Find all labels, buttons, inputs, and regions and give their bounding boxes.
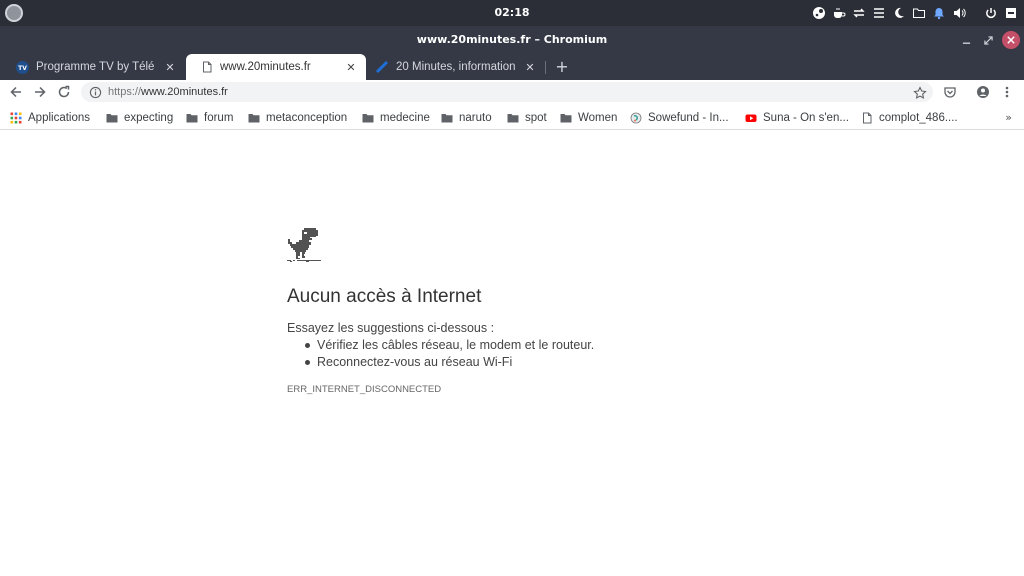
tab-20minutes-information[interactable]: 20 Minutes, information e ✕	[362, 54, 545, 80]
youtube-icon	[745, 112, 757, 124]
suggestions-list: Vérifiez les câbles réseau, le modem et …	[287, 337, 594, 371]
bookmark-label: Sowefund - In...	[648, 112, 729, 124]
arrow-right-icon	[35, 86, 46, 98]
suggestions-heading: Essayez les suggestions ci-dessous :	[287, 321, 495, 335]
tab-label: Programme TV by Télé 2 S	[36, 61, 157, 73]
sync-icon[interactable]	[852, 6, 866, 20]
info-icon[interactable]	[88, 85, 102, 99]
bookmark-suna[interactable]: Suna - On s'en...	[745, 110, 849, 126]
bookmark-label: Suna - On s'en...	[763, 112, 849, 124]
system-top-bar: 02:18	[0, 0, 1024, 26]
tab-programme-tv[interactable]: TV Programme TV by Télé 2 S ✕	[2, 54, 185, 80]
new-tab-button[interactable]: +	[553, 57, 571, 77]
close-window-button[interactable]	[1002, 31, 1020, 49]
bookmark-label: forum	[204, 112, 234, 124]
folder-icon	[186, 112, 198, 124]
bookmark-label: complot_486....	[879, 112, 958, 124]
bell-icon[interactable]	[932, 6, 946, 20]
page-icon	[200, 61, 213, 74]
sowefund-icon	[630, 112, 642, 124]
window-title-bar: www.20minutes.fr – Chromium	[0, 26, 1024, 54]
bookmark-label: Applications	[28, 112, 91, 124]
bookmark-star-icon[interactable]	[913, 85, 927, 99]
bookmark-medecine[interactable]: medecine	[362, 110, 430, 126]
browser-toolbar: https://www.20minutes.fr	[0, 80, 1024, 105]
folder-icon	[106, 112, 118, 124]
account-icon[interactable]	[975, 84, 991, 100]
bookmark-label: naruto	[459, 112, 492, 124]
coffee-icon[interactable]	[832, 6, 846, 20]
bookmark-label: medecine	[380, 112, 430, 124]
address-bar[interactable]: https://www.20minutes.fr	[81, 82, 933, 102]
tab-label: www.20minutes.fr	[220, 61, 311, 73]
close-tab-icon[interactable]: ✕	[344, 61, 358, 74]
page-content: Aucun accès à Internet Essayez les sugge…	[0, 131, 1024, 576]
folder-icon[interactable]	[912, 6, 926, 20]
bookmark-complot[interactable]: complot_486....	[861, 110, 958, 126]
folder-icon	[441, 112, 453, 124]
folder-icon	[362, 112, 374, 124]
reload-button[interactable]	[55, 83, 73, 101]
bookmark-applications[interactable]: Applications	[10, 110, 90, 126]
close-tab-icon[interactable]: ✕	[163, 61, 177, 74]
bookmark-forum[interactable]: forum	[186, 110, 233, 126]
minimize-button[interactable]	[958, 32, 974, 48]
close-tab-icon[interactable]: ✕	[523, 61, 537, 74]
error-code: ERR_INTERNET_DISCONNECTED	[287, 384, 442, 395]
folder-icon	[507, 112, 519, 124]
steam-icon[interactable]	[812, 6, 826, 20]
maximize-button[interactable]	[980, 32, 996, 48]
url-text: https://www.20minutes.fr	[108, 86, 228, 98]
tv-icon: TV	[16, 60, 29, 74]
bookmark-label: Women	[578, 112, 618, 124]
bookmark-label: expecting	[124, 112, 174, 124]
bookmark-label: spot	[525, 112, 547, 124]
tab-label: 20 Minutes, information e	[396, 61, 517, 73]
menu-icon[interactable]	[872, 6, 886, 20]
arrow-left-icon	[10, 86, 21, 98]
tab-separator	[545, 61, 546, 74]
bookmarks-overflow-button[interactable]: »	[1005, 111, 1012, 124]
bookmark-expecting[interactable]: expecting	[106, 110, 173, 126]
tab-20minutes-active[interactable]: www.20minutes.fr ✕	[186, 54, 366, 80]
bookmark-metaconception[interactable]: metaconception	[248, 110, 347, 126]
window-title: www.20minutes.fr – Chromium	[416, 33, 608, 46]
bookmarks-bar: Applications expecting forum metaconcept…	[0, 105, 1024, 130]
suggestion-item: Vérifiez les câbles réseau, le modem et …	[287, 337, 594, 354]
more-menu-icon[interactable]	[999, 84, 1015, 100]
tab-strip: TV Programme TV by Télé 2 S ✕ www.20minu…	[0, 54, 1024, 80]
apps-grid-icon	[10, 112, 22, 124]
bookmark-spot[interactable]: spot	[507, 110, 547, 126]
page-icon	[861, 112, 873, 124]
bookmark-label: metaconception	[266, 112, 348, 124]
svg-text:TV: TV	[18, 65, 27, 72]
error-title: Aucun accès à Internet	[287, 286, 482, 307]
pocket-icon[interactable]	[942, 84, 958, 100]
suggestion-item: Reconnectez-vous au réseau Wi-Fi	[287, 354, 594, 371]
system-tray	[812, 4, 1018, 22]
url-host: www.20minutes.fr	[141, 86, 228, 98]
offline-dino-icon[interactable]	[287, 228, 321, 262]
reload-icon	[58, 85, 70, 98]
moon-icon[interactable]	[892, 6, 906, 20]
power-icon[interactable]	[984, 6, 998, 20]
folder-icon	[560, 112, 572, 124]
bookmark-sowefund[interactable]: Sowefund - In...	[630, 110, 729, 126]
bookmark-naruto[interactable]: naruto	[441, 110, 492, 126]
20min-icon	[376, 60, 389, 74]
forward-button[interactable]	[31, 83, 49, 101]
volume-icon[interactable]	[952, 6, 966, 20]
folder-icon	[248, 112, 260, 124]
url-scheme: https://	[108, 86, 142, 98]
back-button[interactable]	[7, 83, 25, 101]
bookmark-women[interactable]: Women	[560, 110, 617, 126]
window-icon[interactable]	[1004, 6, 1018, 20]
